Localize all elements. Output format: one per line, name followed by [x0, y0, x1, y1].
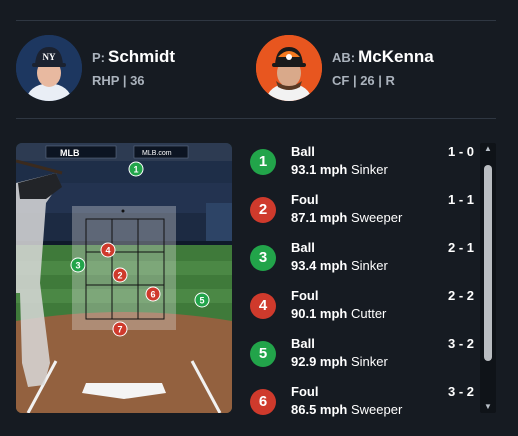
- pitch-row[interactable]: 3 Ball 93.4 mph Sinker 2 - 1: [248, 239, 480, 287]
- pitch-speed: 93.1 mph: [291, 162, 348, 177]
- pitch-count: 1 - 0: [447, 144, 474, 159]
- mlb-ad-text: MLB.com: [142, 150, 172, 157]
- pitch-count: 3 - 2: [447, 384, 474, 399]
- batter-role-label: AB:: [332, 49, 356, 65]
- pitch-number-badge: 4: [250, 293, 276, 319]
- pitch-list[interactable]: 1 Ball 93.1 mph Sinker 1 - 0 2 Foul 87.1…: [248, 143, 480, 417]
- svg-text:7: 7: [117, 325, 122, 335]
- pitch-type: Sweeper: [350, 402, 403, 417]
- pitch-number-badge: 6: [250, 389, 276, 415]
- pitch-speed: 86.5 mph: [291, 402, 348, 417]
- pitcher-details: RHP | 36: [92, 72, 145, 88]
- pitch-description: 93.4 mph Sinker: [291, 258, 388, 273]
- pitch-result: Ball: [291, 144, 315, 159]
- svg-text:6: 6: [150, 290, 155, 300]
- pitch-marker-2[interactable]: 2: [112, 267, 128, 283]
- pitch-description: 92.9 mph Sinker: [291, 354, 388, 369]
- pitch-speed: 93.4 mph: [291, 258, 348, 273]
- batter-name-line: AB: McKenna: [332, 47, 434, 68]
- pitcher-card[interactable]: NY P: Schmidt RHP | 36: [16, 35, 175, 101]
- pitch-number-badge: 3: [250, 245, 276, 271]
- pitch-marker-3[interactable]: 3: [70, 257, 86, 273]
- svg-text:5: 5: [199, 296, 204, 306]
- pitch-row[interactable]: 4 Foul 90.1 mph Cutter 2 - 2: [248, 287, 480, 335]
- pitch-type: Cutter: [350, 306, 387, 321]
- pitch-list-scrollbar[interactable]: ▲ ▼: [480, 143, 496, 413]
- orioles-logo-icon: [286, 54, 292, 60]
- pitch-number-badge: 1: [250, 149, 276, 175]
- pitch-type: Sweeper: [350, 210, 403, 225]
- pitch-type: Sinker: [350, 162, 388, 177]
- svg-text:2: 2: [117, 271, 122, 281]
- pitch-result: Foul: [291, 384, 319, 399]
- batter-avatar: [256, 35, 322, 101]
- batter-details: CF | 26 | R: [332, 72, 395, 88]
- pitch-speed: 92.9 mph: [291, 354, 348, 369]
- svg-text:3: 3: [75, 261, 80, 271]
- top-divider: [16, 20, 496, 21]
- pitcher-name: Schmidt: [108, 46, 176, 66]
- svg-text:4: 4: [105, 246, 110, 256]
- pitch-count: 3 - 2: [447, 336, 474, 351]
- pitch-description: 87.1 mph Sweeper: [291, 210, 402, 225]
- pitch-description: 93.1 mph Sinker: [291, 162, 388, 177]
- pitch-row[interactable]: 6 Foul 86.5 mph Sweeper 3 - 2: [248, 383, 480, 431]
- pitch-marker-6[interactable]: 6: [145, 286, 161, 302]
- batter-card[interactable]: AB: McKenna CF | 26 | R: [256, 35, 434, 101]
- pitch-number-badge: 5: [250, 341, 276, 367]
- pitch-result: Ball: [291, 336, 315, 351]
- pitch-result: Ball: [291, 240, 315, 255]
- pitch-result: Foul: [291, 288, 319, 303]
- scrollbar-thumb[interactable]: [484, 165, 492, 361]
- pitch-row[interactable]: 5 Ball 92.9 mph Sinker 3 - 2: [248, 335, 480, 383]
- pitch-speed: 90.1 mph: [291, 306, 348, 321]
- pitch-speed: 87.1 mph: [291, 210, 348, 225]
- pitch-marker-5[interactable]: 5: [194, 292, 210, 308]
- pitch-count: 2 - 2: [447, 288, 474, 303]
- pitch-type: Sinker: [350, 354, 388, 369]
- pitch-marker-1[interactable]: 1: [128, 161, 144, 177]
- pitch-row[interactable]: 1 Ball 93.1 mph Sinker 1 - 0: [248, 143, 480, 191]
- pitcher-role-label: P:: [92, 49, 105, 65]
- pitch-count: 2 - 1: [447, 240, 474, 255]
- scroll-down-arrow-icon[interactable]: ▼: [480, 401, 496, 413]
- pitch-number-badge: 2: [250, 197, 276, 223]
- strike-zone-view: MLB MLB.com 1 4 3 2 6 5 7: [16, 143, 232, 413]
- pitch-type: Sinker: [350, 258, 388, 273]
- svg-text:1: 1: [133, 165, 138, 175]
- pitch-description: 86.5 mph Sweeper: [291, 402, 402, 417]
- pitcher-avatar: NY: [16, 35, 82, 101]
- pitch-result: Foul: [291, 192, 319, 207]
- zone-overlay: [72, 206, 176, 330]
- pitch-row[interactable]: 2 Foul 87.1 mph Sweeper 1 - 1: [248, 191, 480, 239]
- pitcher-name-line: P: Schmidt: [92, 47, 175, 68]
- header-divider: [16, 118, 496, 119]
- scroll-up-arrow-icon[interactable]: ▲: [480, 143, 496, 155]
- mlb-logo-text: MLB: [60, 148, 80, 158]
- yankees-logo: NY: [43, 52, 56, 62]
- batter-name: McKenna: [358, 46, 434, 66]
- pitch-marker-4[interactable]: 4: [100, 242, 116, 258]
- pitch-count: 1 - 1: [447, 192, 474, 207]
- pitch-marker-7[interactable]: 7: [112, 321, 128, 337]
- pitch-description: 90.1 mph Cutter: [291, 306, 386, 321]
